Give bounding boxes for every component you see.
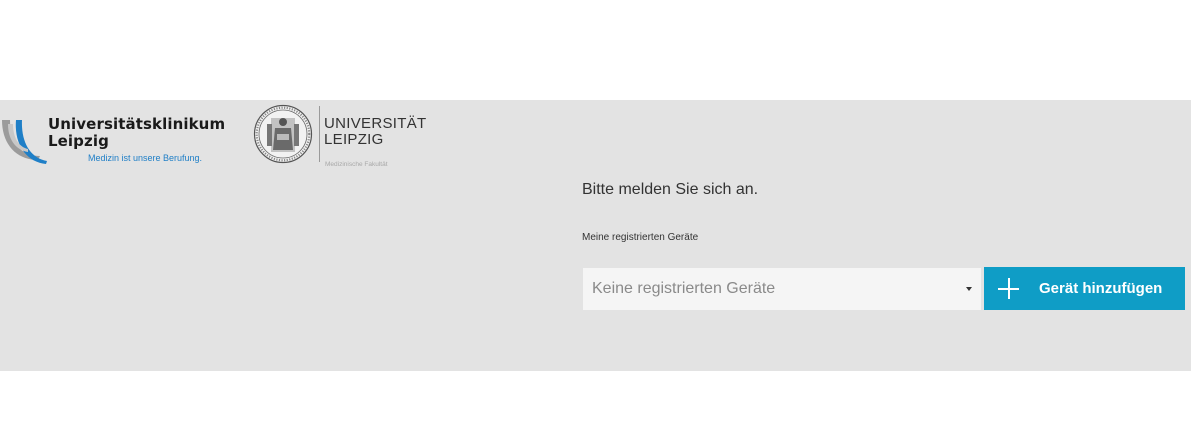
add-device-button[interactable]: Gerät hinzufügen	[984, 267, 1185, 310]
selected-device-value: Keine registrierten Geräte	[592, 280, 776, 297]
ukl-name-line1: Universitätsklinikum	[48, 115, 226, 133]
ukl-name: Universitätsklinikum Leipzig	[48, 116, 225, 150]
ukl-swoosh-logo-icon	[2, 120, 47, 164]
ukl-name-line2: Leipzig	[48, 132, 109, 150]
ukl-logo: Universitätsklinikum Leipzig Medizin ist…	[0, 116, 225, 176]
faculty-name: Medizinische Fakultät	[325, 161, 388, 168]
add-device-label: Gerät hinzufügen	[1039, 280, 1163, 297]
ukl-tagline: Medizin ist unsere Berufung.	[88, 153, 203, 163]
uni-name-line1: UNIVERSITÄT	[324, 115, 427, 132]
university-seal-icon	[253, 104, 313, 164]
registered-devices-select[interactable]: Keine registrierten Geräte	[583, 268, 981, 310]
uni-leipzig-logo: UNIVERSITÄT LEIPZIG Medizinische Fakultä…	[253, 104, 433, 174]
logo-divider	[319, 106, 320, 162]
uni-name: UNIVERSITÄT LEIPZIG	[324, 116, 426, 148]
uni-name-line2: LEIPZIG	[324, 131, 384, 148]
caret-down-icon	[966, 287, 972, 291]
login-prompt: Bitte melden Sie sich an.	[582, 181, 759, 198]
plus-icon	[998, 278, 1019, 299]
registered-devices-label: Meine registrierten Geräte	[582, 232, 699, 243]
